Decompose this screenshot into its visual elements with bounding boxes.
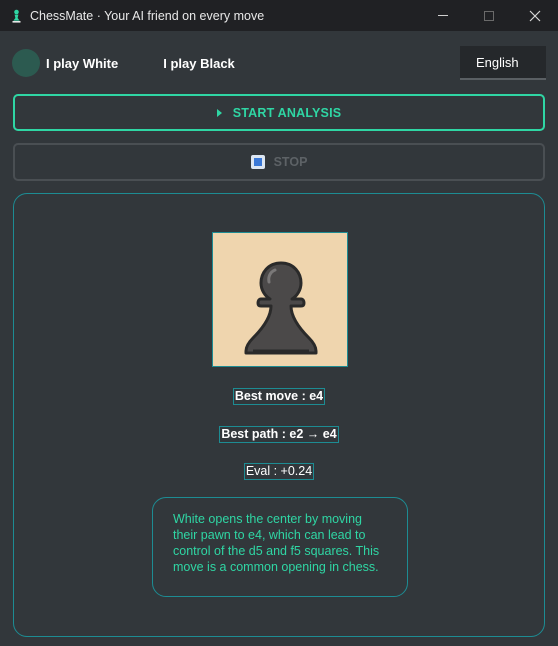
stop-icon bbox=[250, 155, 265, 169]
best-path-text: Best path : e2 → e4 bbox=[219, 426, 339, 443]
best-move-text: Best move : e4 bbox=[232, 388, 326, 405]
maximize-button[interactable] bbox=[466, 0, 512, 31]
play-black-label: I play Black bbox=[163, 55, 235, 71]
window-title: ChessMate · Your AI friend on every move bbox=[30, 8, 265, 23]
language-selected: English bbox=[476, 54, 519, 70]
eval-text: Eval : +0.24 bbox=[243, 463, 315, 480]
pawn-icon bbox=[10, 9, 22, 23]
eval-row: Eval : +0.24 bbox=[14, 462, 544, 480]
play-white-option[interactable]: I play White bbox=[12, 49, 118, 77]
minimize-icon bbox=[438, 15, 448, 16]
side-selector: I play White I play Black bbox=[12, 48, 235, 78]
close-icon bbox=[529, 10, 541, 21]
maximize-icon bbox=[484, 10, 494, 21]
start-analysis-label: START ANALYSIS bbox=[232, 105, 342, 120]
play-white-label: I play White bbox=[46, 55, 119, 71]
best-path-row: Best path : e2 → e4 bbox=[14, 425, 544, 443]
move-explanation: White opens the center by moving their p… bbox=[152, 497, 408, 597]
language-dropdown[interactable]: English bbox=[460, 46, 546, 80]
best-move-row: Best move : e4 bbox=[14, 387, 544, 405]
title-bar: ChessMate · Your AI friend on every move bbox=[0, 0, 558, 31]
black-pawn-icon bbox=[244, 261, 318, 355]
window-controls bbox=[420, 0, 558, 31]
play-icon bbox=[216, 108, 222, 117]
start-analysis-button[interactable]: START ANALYSIS bbox=[13, 94, 545, 131]
piece-square bbox=[212, 232, 348, 367]
play-black-option[interactable]: I play Black bbox=[163, 56, 235, 71]
analysis-panel: Best move : e4 Best path : e2 → e4 Eval … bbox=[13, 193, 545, 637]
stop-label: STOP bbox=[273, 155, 308, 169]
minimize-button[interactable] bbox=[420, 0, 466, 31]
close-button[interactable] bbox=[512, 0, 558, 31]
white-radio-indicator[interactable] bbox=[12, 49, 40, 77]
stop-button[interactable]: STOP bbox=[13, 143, 545, 181]
